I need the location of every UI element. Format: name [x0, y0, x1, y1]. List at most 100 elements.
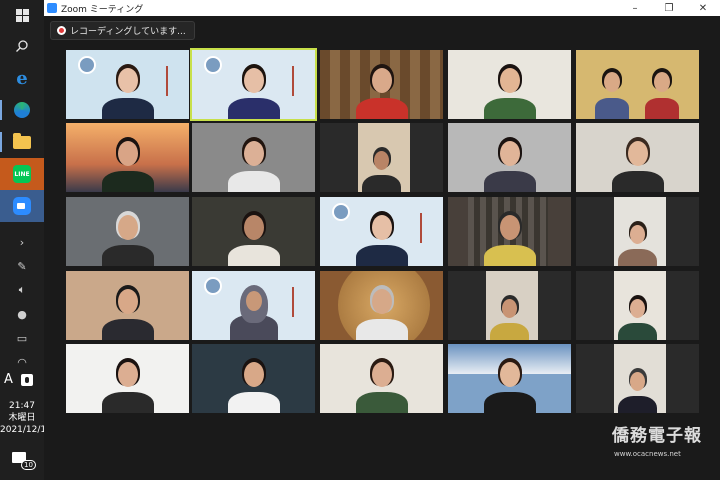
window-title: Zoom ミーティング: [61, 4, 144, 15]
participant-face: [243, 141, 264, 166]
participant-body: [618, 249, 657, 266]
internet-explorer-icon[interactable]: e: [0, 62, 44, 94]
participant-video-tile[interactable]: [66, 123, 189, 192]
participant-video-tile[interactable]: [66, 271, 189, 340]
recording-indicator[interactable]: レコーディングしています...: [50, 21, 195, 40]
participant-video-tile[interactable]: [192, 197, 315, 266]
participant-video-tile[interactable]: [448, 123, 571, 192]
pen-icon[interactable]: ✎: [0, 254, 44, 278]
participant-body: [101, 98, 154, 119]
participant-video-tile[interactable]: [448, 50, 571, 119]
taskbar-clock[interactable]: 21:47 木曜日 2021/12/16: [0, 400, 52, 436]
participant-body: [101, 319, 154, 340]
participant-face: [604, 72, 620, 92]
participant-video-tile[interactable]: [66, 50, 189, 119]
battery-icon[interactable]: ▭: [0, 326, 44, 350]
participant-body: [355, 319, 408, 340]
ime-mode-icon[interactable]: [20, 373, 33, 386]
participant-body: [227, 245, 280, 266]
chevron-up-icon[interactable]: ›: [0, 230, 44, 254]
zoom-app-icon[interactable]: [0, 190, 44, 222]
participant-video-tile[interactable]: [66, 197, 189, 266]
participant-body: [101, 245, 154, 266]
ime-mode-label[interactable]: A: [4, 372, 13, 387]
participant-video-tile[interactable]: [448, 197, 571, 266]
participant-face: [117, 289, 138, 314]
participant-face: [371, 215, 392, 240]
search-icon[interactable]: [0, 30, 44, 62]
participant-face: [243, 215, 264, 240]
participant-face: [630, 299, 645, 318]
participant-face: [499, 68, 520, 93]
participant-face: [117, 362, 138, 387]
participant-body: [595, 98, 629, 119]
edge-icon[interactable]: [0, 94, 44, 126]
minimize-button[interactable]: –: [618, 0, 652, 16]
participant-video-tile[interactable]: [576, 197, 699, 266]
volume-icon[interactable]: 🔈︎: [0, 278, 44, 302]
ime-indicator[interactable]: A: [4, 372, 44, 387]
participant-video-tile[interactable]: [192, 123, 315, 192]
participant-face: [117, 141, 138, 166]
participant-face: [371, 68, 392, 93]
clock-time: 21:47: [9, 401, 35, 411]
participant-video-tile[interactable]: [320, 197, 443, 266]
participant-video-tile[interactable]: [576, 271, 699, 340]
notification-center-button[interactable]: 10: [12, 452, 36, 470]
virtual-background-logo-icon: [204, 277, 222, 295]
virtual-background-windmill-icon: [166, 66, 180, 96]
participant-video-tile[interactable]: [320, 50, 443, 119]
participant-body: [227, 171, 280, 192]
virtual-background-logo-icon: [78, 56, 96, 74]
participant-face: [627, 141, 648, 166]
participant-video-tile[interactable]: [576, 344, 699, 413]
participant-body: [618, 323, 657, 340]
clock-date: 2021/12/16: [0, 425, 52, 435]
windows-start-icon[interactable]: [0, 0, 44, 30]
participant-face: [630, 372, 645, 391]
participant-body: [483, 245, 536, 266]
participant-face: [243, 68, 264, 93]
participant-video-tile[interactable]: [320, 123, 443, 192]
participant-face: [245, 291, 262, 311]
participant-video-tile[interactable]: [320, 271, 443, 340]
participant-face: [502, 299, 517, 318]
participant-body: [645, 98, 679, 119]
participant-video-tile[interactable]: [576, 50, 699, 119]
mic-off-icon[interactable]: ●: [0, 302, 44, 326]
participant-video-tile[interactable]: [576, 123, 699, 192]
participant-body: [490, 323, 529, 340]
virtual-background-logo-icon: [332, 203, 350, 221]
wifi-icon[interactable]: ◠: [0, 350, 44, 374]
participant-video-tile[interactable]: [320, 344, 443, 413]
participant-body: [355, 98, 408, 119]
participant-body: [483, 171, 536, 192]
participant-body: [362, 175, 401, 192]
restore-button[interactable]: ❐: [652, 0, 686, 16]
close-button[interactable]: ✕: [686, 0, 720, 16]
participant-video-tile[interactable]: [190, 48, 317, 121]
notification-count: 10: [21, 460, 36, 470]
participant-body: [101, 392, 154, 413]
participant-face: [654, 72, 670, 92]
participant-video-tile[interactable]: [448, 344, 571, 413]
participant-face: [117, 68, 138, 93]
participant-face: [499, 141, 520, 166]
participant-face: [117, 215, 138, 240]
participant-face: [243, 362, 264, 387]
virtual-background-windmill-icon: [292, 66, 306, 96]
ocac-news-watermark: 僑務電子報 www.ocacnews.net: [610, 405, 715, 475]
watermark-text: 僑務電子報: [612, 426, 702, 446]
participant-body: [483, 392, 536, 413]
participant-body: [227, 98, 280, 119]
participant-video-tile[interactable]: [192, 271, 315, 340]
participant-video-tile[interactable]: [192, 344, 315, 413]
participant-video-tile[interactable]: [66, 344, 189, 413]
participant-face: [499, 362, 520, 387]
file-explorer-icon[interactable]: [0, 126, 44, 158]
participant-body: [227, 392, 280, 413]
participant-body: [101, 171, 154, 192]
line-app-icon[interactable]: LINE: [0, 158, 44, 190]
virtual-background-logo-icon: [204, 56, 222, 74]
participant-video-tile[interactable]: [448, 271, 571, 340]
